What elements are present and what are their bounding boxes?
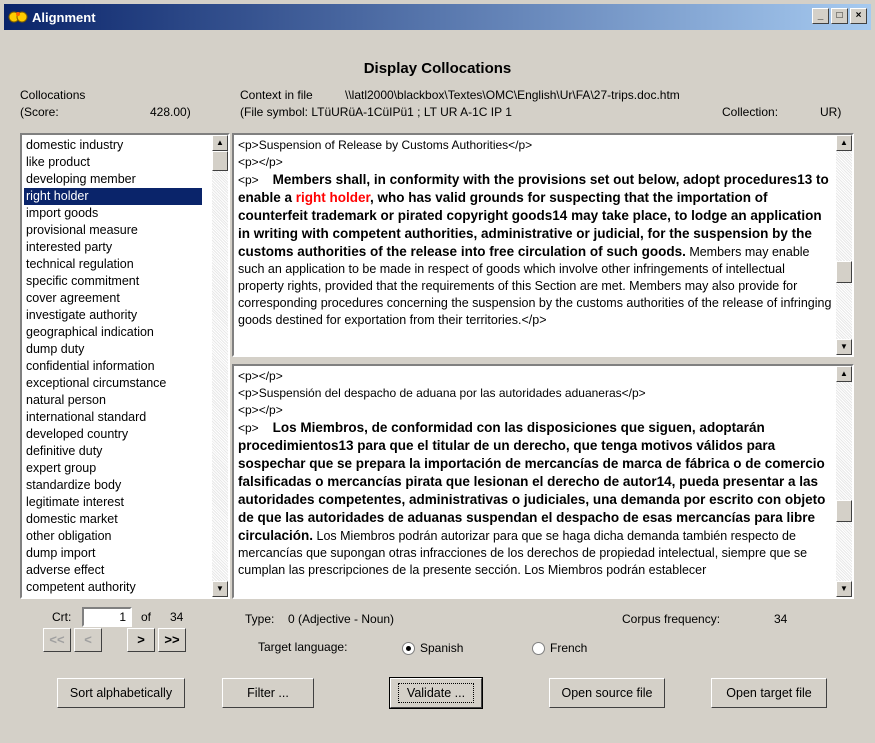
list-item[interactable]: interested party (24, 239, 202, 256)
scroll-up-arrow-icon[interactable]: ▲ (836, 135, 852, 151)
list-item[interactable]: right holder (24, 188, 202, 205)
french-radio[interactable] (532, 642, 545, 655)
total-count: 34 (170, 610, 184, 624)
list-item[interactable]: natural person (24, 392, 202, 409)
list-item[interactable]: adverse effect (24, 562, 202, 579)
type-value: 0 (Adjective - Noun) (288, 612, 395, 626)
list-item[interactable]: expert group (24, 460, 202, 477)
target-paragraph: <p> Los Miembros, de conformidad con las… (238, 419, 832, 579)
list-item[interactable]: competent authority (24, 579, 202, 596)
spanish-label[interactable]: Spanish (420, 641, 463, 655)
crt-label: Crt: (52, 610, 72, 624)
crt-input[interactable]: 1 (82, 607, 132, 627)
list-item[interactable]: provisional measure (24, 222, 202, 239)
last-button[interactable]: >> (158, 628, 186, 652)
target-bold: Los Miembros, de conformidad con las dis… (238, 420, 826, 543)
list-item[interactable]: like product (24, 154, 202, 171)
minimize-button[interactable]: _ (812, 8, 829, 24)
scroll-thumb[interactable] (212, 151, 228, 171)
sort-alphabetically-button[interactable]: Sort alphabetically (57, 678, 185, 708)
open-source-file-button[interactable]: Open source file (549, 678, 665, 708)
filter-button[interactable]: Filter ... (222, 678, 314, 708)
scroll-thumb[interactable] (836, 261, 852, 283)
target-scrollbar[interactable]: ▲ ▼ (836, 366, 852, 597)
context-label: Context in file (240, 88, 313, 102)
source-paragraph: <p> Members shall, in conformity with th… (238, 171, 832, 329)
context-path: \\latl2000\blackbox\Textes\OMC\English\U… (345, 88, 680, 102)
list-item[interactable]: cover agreement (24, 290, 202, 307)
scroll-thumb[interactable] (836, 500, 852, 522)
title-bar[interactable]: Alignment _ □ × (4, 4, 871, 30)
collocations-list[interactable]: domestic industry like product developing … (20, 133, 230, 599)
scroll-up-arrow-icon[interactable]: ▲ (836, 366, 852, 382)
source-p-tag: <p> (238, 173, 259, 187)
target-p-tag: <p> (238, 421, 259, 435)
list-item[interactable]: dump import (24, 545, 202, 562)
corpus-frequency-label: Corpus frequency: (622, 612, 721, 626)
scroll-up-arrow-icon[interactable]: ▲ (212, 135, 228, 151)
list-item[interactable]: technical regulation (24, 256, 202, 273)
list-item[interactable]: geographical indication (24, 324, 202, 341)
window-title: Alignment (32, 9, 96, 25)
close-button[interactable]: × (850, 8, 867, 24)
source-line-2: <p></p> (238, 155, 283, 169)
type-label: Type: (245, 612, 275, 626)
corpus-frequency-value: 34 (774, 612, 788, 626)
scroll-down-arrow-icon[interactable]: ▼ (212, 581, 228, 597)
list-item[interactable]: legitimate interest (24, 494, 202, 511)
alignment-window: Alignment _ □ × Display Collocations Col… (0, 0, 875, 743)
score-value: 428.00) (150, 105, 191, 119)
list-item[interactable]: dump duty (24, 341, 202, 358)
file-symbol: (File symbol: LTüURüA-1CüIPü1 ; LT UR A-… (240, 105, 512, 119)
list-item[interactable]: developing member (24, 171, 202, 188)
scroll-down-arrow-icon[interactable]: ▼ (836, 581, 852, 597)
open-target-file-button[interactable]: Open target file (711, 678, 827, 708)
target-language-label: Target language: (258, 640, 348, 654)
first-button[interactable]: << (43, 628, 71, 652)
list-item[interactable]: investigate authority (24, 307, 202, 324)
validate-label: Validate ... (397, 683, 475, 703)
collocations-label: Collocations (20, 88, 86, 102)
target-line-1: <p></p> (238, 369, 283, 383)
list-item[interactable]: other obligation (24, 528, 202, 545)
list-item[interactable]: international standard (24, 409, 202, 426)
source-scrollbar[interactable]: ▲ ▼ (836, 135, 852, 355)
score-label: (Score: (20, 105, 59, 119)
list-item[interactable]: import goods (24, 205, 202, 222)
of-label: of (141, 610, 152, 624)
target-normal: Los Miembros podrán autorizar para que s… (238, 529, 808, 577)
source-highlight: right holder (295, 190, 371, 205)
target-line-3: <p></p> (238, 403, 283, 417)
collection-value: UR) (820, 105, 842, 119)
spanish-radio[interactable] (402, 642, 415, 655)
source-line-1: <p>Suspension of Release by Customs Auth… (238, 138, 533, 152)
previous-button[interactable]: < (74, 628, 102, 652)
list-item[interactable]: confidential information (24, 358, 202, 375)
list-item[interactable]: specific commitment (24, 273, 202, 290)
target-text-pane[interactable]: <p></p> <p>Suspensión del despacho de ad… (232, 364, 854, 599)
list-item[interactable]: definitive duty (24, 443, 202, 460)
list-item[interactable]: domestic industry (24, 137, 202, 154)
source-text-pane[interactable]: <p>Suspension of Release by Customs Auth… (232, 133, 854, 357)
scroll-down-arrow-icon[interactable]: ▼ (836, 339, 852, 355)
app-icon (8, 11, 28, 23)
next-button[interactable]: > (127, 628, 155, 652)
maximize-button[interactable]: □ (831, 8, 848, 24)
validate-button[interactable]: Validate ... (389, 677, 483, 709)
french-label[interactable]: French (550, 641, 587, 655)
collection-label: Collection: (722, 105, 779, 119)
page-title: Display Collocations (363, 60, 512, 77)
list-item[interactable]: exceptional circumstance (24, 375, 202, 392)
list-item[interactable]: standardize body (24, 477, 202, 494)
list-item[interactable]: developed country (24, 426, 202, 443)
list-item[interactable]: domestic market (24, 511, 202, 528)
list-scrollbar[interactable]: ▲ ▼ (212, 135, 228, 597)
target-line-2: <p>Suspensión del despacho de aduana por… (238, 386, 646, 400)
